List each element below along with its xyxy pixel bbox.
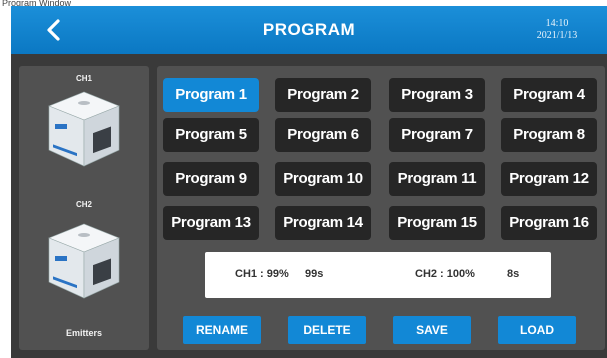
ch1-emitter-image [48, 91, 120, 167]
ch1-time: 99s [305, 268, 324, 280]
status-box: CH1 : 99% 99s CH2 : 100% 8s [205, 252, 551, 298]
program-button-6[interactable]: Program 6 [275, 118, 371, 152]
ch1-label: CH1 [75, 74, 92, 83]
back-button[interactable] [35, 14, 71, 46]
program-button-7[interactable]: Program 7 [389, 118, 485, 152]
ch1-status: CH1 : 99% [235, 268, 289, 280]
load-button[interactable]: LOAD [498, 316, 576, 344]
emitters-panel: CH1 CH2 Emitters [19, 66, 149, 350]
clock-date: 2021/1/13 [536, 30, 578, 41]
program-button-2[interactable]: Program 2 [275, 78, 371, 112]
delete-button[interactable]: DELETE [288, 316, 366, 344]
program-button-12[interactable]: Program 12 [501, 162, 597, 196]
ch2-status: CH2 : 100% [415, 268, 475, 280]
emitters-label: Emitters [65, 328, 102, 338]
program-button-1[interactable]: Program 1 [163, 78, 259, 112]
clock: 14:10 2021/1/13 [517, 18, 597, 42]
program-button-5[interactable]: Program 5 [163, 118, 259, 152]
program-button-15[interactable]: Program 15 [389, 206, 485, 240]
program-button-4[interactable]: Program 4 [501, 78, 597, 112]
rename-button[interactable]: RENAME [183, 316, 261, 344]
ch2-emitter-image [48, 223, 120, 299]
program-button-14[interactable]: Program 14 [275, 206, 371, 240]
header-bar: PROGRAM 14:10 2021/1/13 [11, 6, 607, 54]
ch2-time: 8s [507, 268, 520, 280]
program-button-3[interactable]: Program 3 [389, 78, 485, 112]
program-screen: PROGRAM 14:10 2021/1/13 CH1 CH2 Emitters… [11, 6, 607, 358]
save-button[interactable]: SAVE [393, 316, 471, 344]
program-button-8[interactable]: Program 8 [501, 118, 597, 152]
program-button-10[interactable]: Program 10 [275, 162, 371, 196]
ch2-label: CH2 [75, 200, 92, 209]
clock-time: 14:10 [545, 18, 569, 29]
program-button-16[interactable]: Program 16 [501, 206, 597, 240]
program-button-13[interactable]: Program 13 [163, 206, 259, 240]
program-button-11[interactable]: Program 11 [389, 162, 485, 196]
program-button-9[interactable]: Program 9 [163, 162, 259, 196]
chevron-left-icon [47, 19, 60, 41]
program-panel: Program 1 Program 2 Program 3 Program 4 Prog… [157, 66, 605, 350]
